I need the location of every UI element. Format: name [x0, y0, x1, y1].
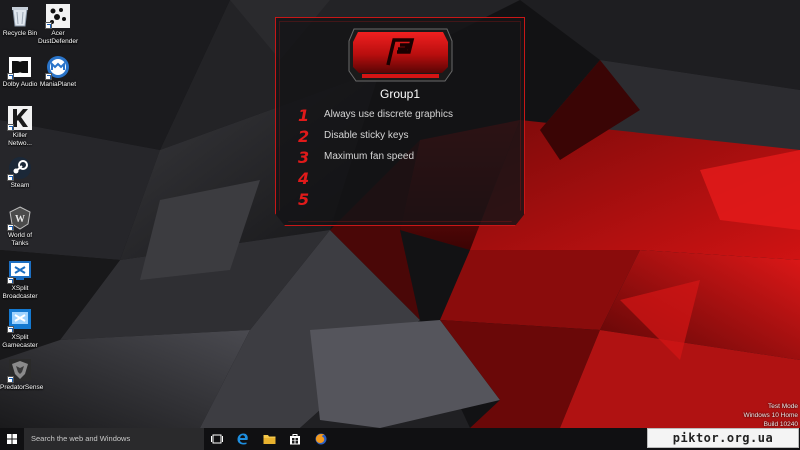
shortcut-arrow-icon [7, 326, 14, 333]
slot-number-3-icon: 3 [298, 149, 309, 165]
shortcut-arrow-icon [45, 22, 52, 29]
desktop-icon-label: Dolby Audio [2, 81, 38, 88]
dustdefender-icon [45, 4, 70, 29]
recycle-bin-icon [8, 4, 32, 28]
svg-text:4: 4 [297, 170, 309, 186]
edge-button[interactable] [231, 428, 255, 450]
steam-icon [7, 156, 32, 181]
desktop-icon-label: Steam [10, 182, 30, 189]
slot-label: Disable sticky keys [324, 130, 409, 141]
desktop-icon-steam[interactable]: Steam [0, 156, 40, 190]
killer-network-icon [7, 106, 32, 131]
hotkey-slot-4[interactable]: 4 [296, 170, 516, 188]
desktop-icon-label: World of Tanks [7, 232, 33, 247]
maniaplanet-icon [45, 55, 70, 80]
search-input[interactable]: Search the web and Windows [24, 428, 204, 450]
start-button[interactable] [0, 428, 24, 450]
dolby-audio-icon [7, 55, 32, 80]
desktop-icon-label: XSplit Gamecaster [2, 334, 38, 349]
world-of-tanks-icon: W [7, 206, 32, 231]
svg-text:2: 2 [298, 128, 309, 144]
search-placeholder: Search the web and Windows [31, 434, 131, 443]
build-number-text: Build 10240 [763, 421, 798, 428]
desktop-icon-recycle-bin[interactable]: Recycle Bin [0, 4, 40, 38]
file-explorer-icon [263, 435, 276, 444]
windows-edition-text: Windows 10 Home [743, 412, 798, 419]
svg-text:W: W [15, 214, 25, 225]
shortcut-arrow-icon [7, 224, 14, 231]
edge-icon [237, 433, 248, 445]
predatorsense-icon [7, 358, 32, 383]
test-mode-text: Test Mode [768, 403, 798, 410]
hotkey-slot-5[interactable]: 5 [296, 191, 516, 209]
desktop-icon-world-of-tanks[interactable]: W World of Tanks [0, 206, 40, 248]
desktop-icon-maniaplanet[interactable]: ManiaPlanet [38, 55, 78, 89]
desktop: Recycle Bin Dolby Audio Killer Netwo... … [0, 0, 800, 428]
desktop-icon-xsplit-gamecaster[interactable]: XSplit Gamecaster [0, 308, 40, 350]
shortcut-arrow-icon [7, 277, 14, 284]
task-view-button[interactable] [205, 428, 229, 450]
shortcut-arrow-icon [7, 376, 14, 383]
desktop-icon-predatorsense[interactable]: PredatorSense [0, 358, 44, 392]
group-title: Group1 [379, 87, 421, 101]
slot-label: Maximum fan speed [324, 151, 415, 162]
file-explorer-button[interactable] [257, 428, 281, 450]
svg-text:5: 5 [298, 191, 309, 207]
desktop-icon-label: PredatorSense [0, 384, 44, 391]
desktop-icon-label: Killer Netwo... [8, 132, 32, 147]
hotkey-slot-2[interactable]: 2 Disable sticky keys [296, 128, 516, 146]
firefox-button[interactable] [309, 428, 333, 450]
shortcut-arrow-icon [7, 174, 14, 181]
slot-number-2-icon: 2 [298, 128, 309, 144]
predator-p-icon [348, 28, 453, 82]
hotkey-slot-1[interactable]: 1 Always use discrete graphics [296, 107, 516, 125]
slot-number-4-icon: 4 [297, 170, 309, 186]
shortcut-arrow-icon [7, 73, 14, 80]
store-button[interactable] [283, 428, 307, 450]
xsplit-broadcaster-icon [7, 259, 32, 284]
svg-text:3: 3 [298, 149, 309, 165]
desktop-icon-label: Recycle Bin [2, 30, 38, 37]
svg-text:1: 1 [298, 107, 309, 123]
task-view-icon [211, 434, 223, 444]
slot-number-5-icon: 5 [298, 191, 309, 207]
shortcut-arrow-icon [7, 124, 14, 131]
hotkey-slot-3[interactable]: 3 Maximum fan speed [296, 149, 516, 167]
site-watermark: piktor.org.ua [647, 428, 799, 448]
slot-label: Always use discrete graphics [324, 109, 453, 120]
desktop-icon-xsplit-broadcaster[interactable]: XSplit Broadcaster [0, 259, 40, 301]
desktop-icon-dolby-audio[interactable]: Dolby Audio [0, 55, 40, 89]
shortcut-arrow-icon [45, 73, 52, 80]
predator-logo-button[interactable] [348, 27, 453, 83]
store-icon [290, 434, 300, 445]
xsplit-gamecaster-icon [7, 308, 32, 333]
slot-number-1-icon: 1 [298, 107, 309, 123]
desktop-icon-label: ManiaPlanet [39, 81, 77, 88]
desktop-icon-acer-dustdefender[interactable]: Acer DustDefender [38, 4, 78, 46]
firefox-icon [315, 433, 327, 445]
start-icon [7, 434, 17, 444]
desktop-icon-label: XSplit Broadcaster [2, 285, 38, 300]
desktop-icon-killer-network[interactable]: Killer Netwo... [0, 106, 40, 148]
desktop-icon-label: Acer DustDefender [38, 30, 79, 45]
